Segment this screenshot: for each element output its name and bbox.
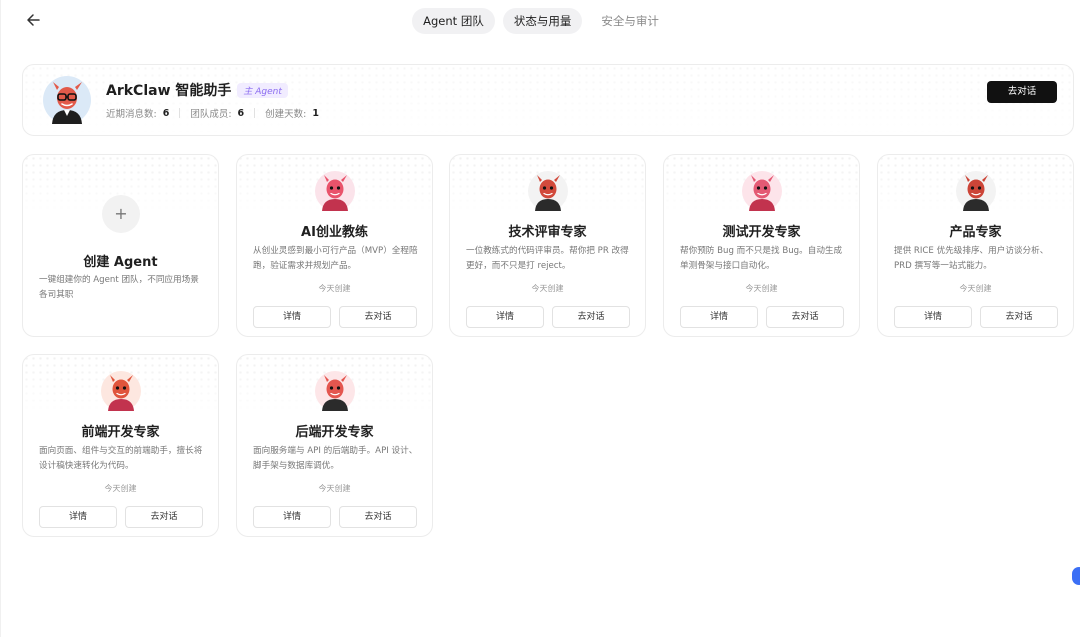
detail-button[interactable]: 详情 (253, 306, 331, 328)
agent-avatar (528, 171, 568, 211)
main-agent-tag: 主 Agent (237, 82, 288, 98)
agent-desc: 一位教练式的代码评审员。帮你把 PR 改得更好，而不只是打 reject。 (466, 246, 629, 271)
agent-desc: 从创业灵感到最小可行产品（MVP）全程陪跑，验证需求并规划产品。 (253, 246, 418, 271)
agent-created: 今天创建 (959, 284, 992, 293)
agent-title: 技术评审专家 (508, 225, 587, 240)
agent-card-ai-coach: AI创业教练 从创业灵感到最小可行产品（MVP）全程陪跑，验证需求并规划产品。 … (236, 154, 433, 337)
agent-actions: 详情 去对话 (253, 506, 417, 528)
main-agent-avatar (43, 76, 91, 124)
create-agent-card[interactable]: + 创建 Agent 一键组建你的 Agent 团队，不同应用场景各司其职 (22, 154, 219, 337)
agent-actions: 详情 去对话 (894, 306, 1058, 328)
dot-pattern (23, 65, 1073, 135)
detail-button[interactable]: 详情 (680, 306, 758, 328)
stat-members-label: 团队成员: (190, 109, 232, 120)
agent-card-backend: 后端开发专家 面向服务端与 API 的后端助手。API 设计、脚手架与数据库调优… (236, 354, 433, 537)
chat-button[interactable]: 去对话 (339, 506, 417, 528)
stat-divider (254, 108, 256, 118)
agent-avatar (315, 171, 355, 211)
detail-button[interactable]: 详情 (39, 506, 117, 528)
agent-desc: 提供 RICE 优先级排序、用户访谈分析、PRD 撰写等一站式能力。 (894, 246, 1049, 271)
floating-widget-handle[interactable] (1072, 567, 1080, 585)
chat-button[interactable]: 去对话 (980, 306, 1058, 328)
agent-card-product: 产品专家 提供 RICE 优先级排序、用户访谈分析、PRD 撰写等一站式能力。 … (877, 154, 1074, 337)
agent-created: 今天创建 (104, 484, 137, 493)
agent-avatar (315, 371, 355, 411)
agent-actions: 详情 去对话 (253, 306, 417, 328)
detail-button[interactable]: 详情 (894, 306, 972, 328)
agent-created: 今天创建 (318, 284, 351, 293)
stat-members-value: 6 (237, 107, 245, 119)
main-agent-title-row: ArkClaw 智能助手 主 Agent (106, 80, 288, 100)
main-agent-card: ArkClaw 智能助手 主 Agent 近期消息数: 6 团队成员: 6 创建… (22, 64, 1074, 136)
agent-card-frontend: 前端开发专家 面向页面、组件与交互的前端助手，擅长将设计稿快速转化为代码。 今天… (22, 354, 219, 537)
agent-actions: 详情 去对话 (39, 506, 203, 528)
chat-button[interactable]: 去对话 (766, 306, 844, 328)
top-tabs: Agent 团队 状态与用量 安全与审计 (1, 8, 1080, 34)
stat-messages-value: 6 (162, 107, 170, 119)
agent-actions: 详情 去对话 (466, 306, 630, 328)
agent-title: 后端开发专家 (295, 425, 374, 440)
agent-title: AI创业教练 (301, 225, 368, 240)
agent-team-page: Agent 团队 状态与用量 安全与审计 ArkClaw 智能助手 主 Agen… (0, 0, 1080, 637)
agent-created: 今天创建 (745, 284, 778, 293)
agent-actions: 详情 去对话 (680, 306, 844, 328)
agent-avatar (956, 171, 996, 211)
agent-card-tech-review: 技术评审专家 一位教练式的代码评审员。帮你把 PR 改得更好，而不只是打 rej… (449, 154, 646, 337)
agent-created: 今天创建 (531, 284, 564, 293)
chat-button[interactable]: 去对话 (552, 306, 630, 328)
stat-divider (179, 108, 181, 118)
agent-desc: 面向页面、组件与交互的前端助手，擅长将设计稿快速转化为代码。 (39, 446, 203, 471)
main-agent-stats: 近期消息数: 6 团队成员: 6 创建天数: 1 (106, 106, 319, 121)
agent-desc: 面向服务端与 API 的后端助手。API 设计、脚手架与数据库调优。 (253, 446, 418, 471)
agent-card-test-dev: 测试开发专家 帮你预防 Bug 而不只是找 Bug。自动生成单测骨架与接口自动化… (663, 154, 860, 337)
agent-title: 前端开发专家 (81, 425, 160, 440)
main-agent-name: ArkClaw 智能助手 (106, 83, 232, 99)
chat-button[interactable]: 去对话 (125, 506, 203, 528)
tab-security-audit[interactable]: 安全与审计 (590, 8, 670, 34)
detail-button[interactable]: 详情 (466, 306, 544, 328)
stat-days-label: 创建天数: (265, 109, 307, 120)
plus-icon[interactable]: + (102, 195, 140, 233)
agent-title: 测试开发专家 (722, 225, 801, 240)
main-agent-chat-button[interactable]: 去对话 (987, 81, 1057, 103)
agent-created: 今天创建 (318, 484, 351, 493)
stat-messages-label: 近期消息数: (106, 109, 157, 120)
tab-status-usage[interactable]: 状态与用量 (502, 8, 583, 34)
tab-agent-team[interactable]: Agent 团队 (412, 8, 495, 34)
create-agent-desc: 一键组建你的 Agent 团队，不同应用场景各司其职 (39, 275, 199, 300)
stat-days-value: 1 (312, 107, 319, 119)
chat-button[interactable]: 去对话 (339, 306, 417, 328)
detail-button[interactable]: 详情 (253, 506, 331, 528)
agent-title: 产品专家 (949, 225, 1002, 240)
create-agent-title: 创建 Agent (83, 255, 158, 270)
agent-desc: 帮你预防 Bug 而不只是找 Bug。自动生成单测骨架与接口自动化。 (680, 246, 843, 271)
agent-avatar (742, 171, 782, 211)
agent-avatar (101, 371, 141, 411)
